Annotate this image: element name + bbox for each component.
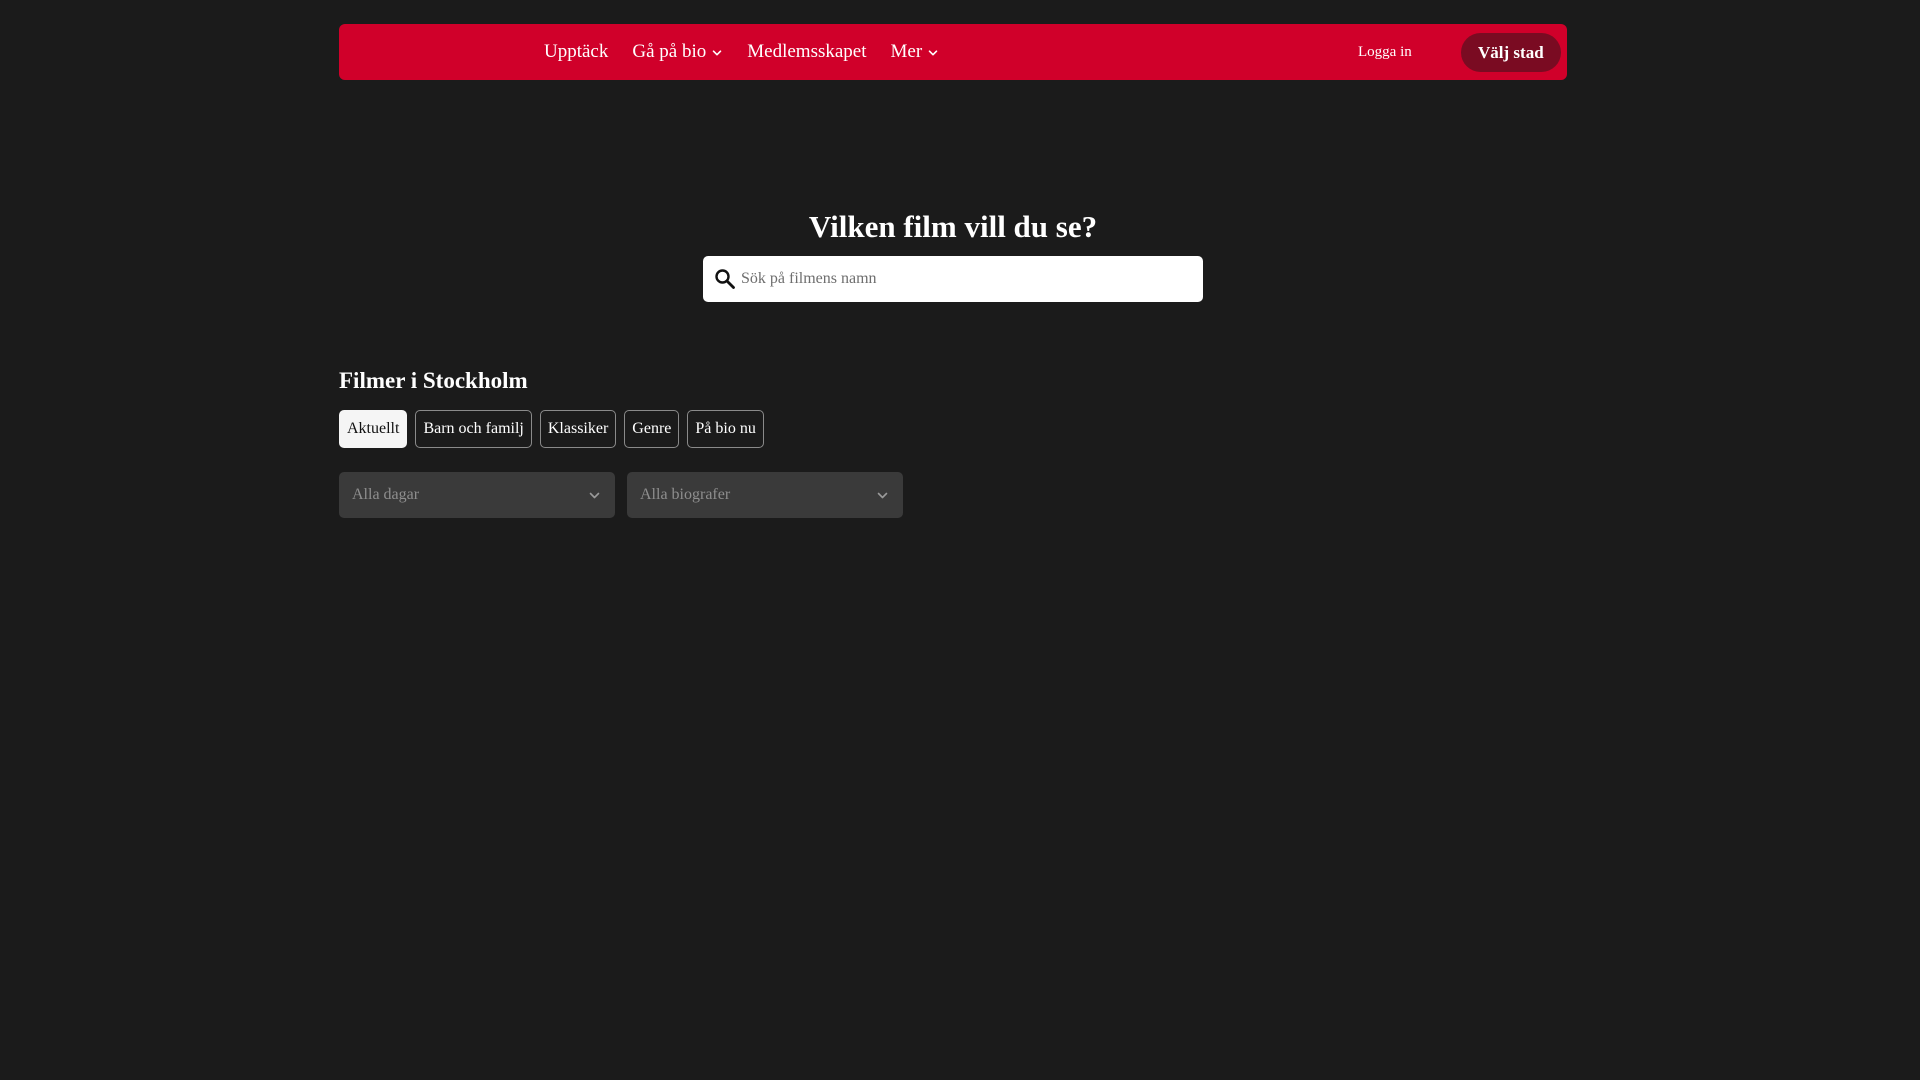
choose-city-button[interactable]: Välj stad xyxy=(1461,33,1561,72)
hero-title: Vilken film vill du se? xyxy=(808,209,1098,244)
page: Upptäck Gå på bio Medlemsskapet Mer Logg… xyxy=(0,0,1920,1080)
nav-item-label: Medlemsskapet xyxy=(747,41,867,62)
tab-pa-bio-nu[interactable]: På bio nu xyxy=(687,410,764,448)
category-tabs: Aktuellt Barn och familj Klassiker Genre… xyxy=(339,410,764,448)
nav-item-label: Mer xyxy=(890,41,923,62)
search-input[interactable] xyxy=(741,256,1191,302)
tab-aktuellt[interactable]: Aktuellt xyxy=(339,410,408,448)
chevron-down-icon xyxy=(877,492,888,499)
nav-item-mer[interactable]: Mer xyxy=(891,41,940,63)
tab-genre[interactable]: Genre xyxy=(624,410,680,448)
chevron-down-icon xyxy=(712,50,722,56)
main-nav: Upptäck Gå på bio Medlemsskapet Mer xyxy=(544,24,939,80)
search-box xyxy=(703,256,1203,302)
nav-item-ga-pa-bio[interactable]: Gå på bio xyxy=(632,41,723,63)
nav-item-upptack[interactable]: Upptäck xyxy=(544,41,608,63)
filters: Alla dagar Alla biografer xyxy=(339,472,903,518)
days-select[interactable]: Alla dagar xyxy=(339,472,615,518)
tab-klassiker[interactable]: Klassiker xyxy=(539,410,617,448)
section-title: Filmer i Stockholm xyxy=(339,368,528,393)
days-select-value: Alla dagar xyxy=(352,486,420,503)
login-link[interactable]: Logga in xyxy=(1358,24,1412,80)
tab-barn-och-familj[interactable]: Barn och familj xyxy=(415,410,532,448)
nav-item-label: Upptäck xyxy=(544,41,609,62)
top-navigation-bar: Upptäck Gå på bio Medlemsskapet Mer Logg… xyxy=(339,24,1567,80)
nav-item-label: Gå på bio xyxy=(632,41,707,62)
nav-item-medlemsskapet[interactable]: Medlemsskapet xyxy=(747,41,866,63)
chevron-down-icon xyxy=(928,50,938,56)
cinemas-select[interactable]: Alla biografer xyxy=(627,472,903,518)
search-icon xyxy=(715,269,735,289)
cinemas-select-value: Alla biografer xyxy=(640,486,731,503)
chevron-down-icon xyxy=(589,492,600,499)
